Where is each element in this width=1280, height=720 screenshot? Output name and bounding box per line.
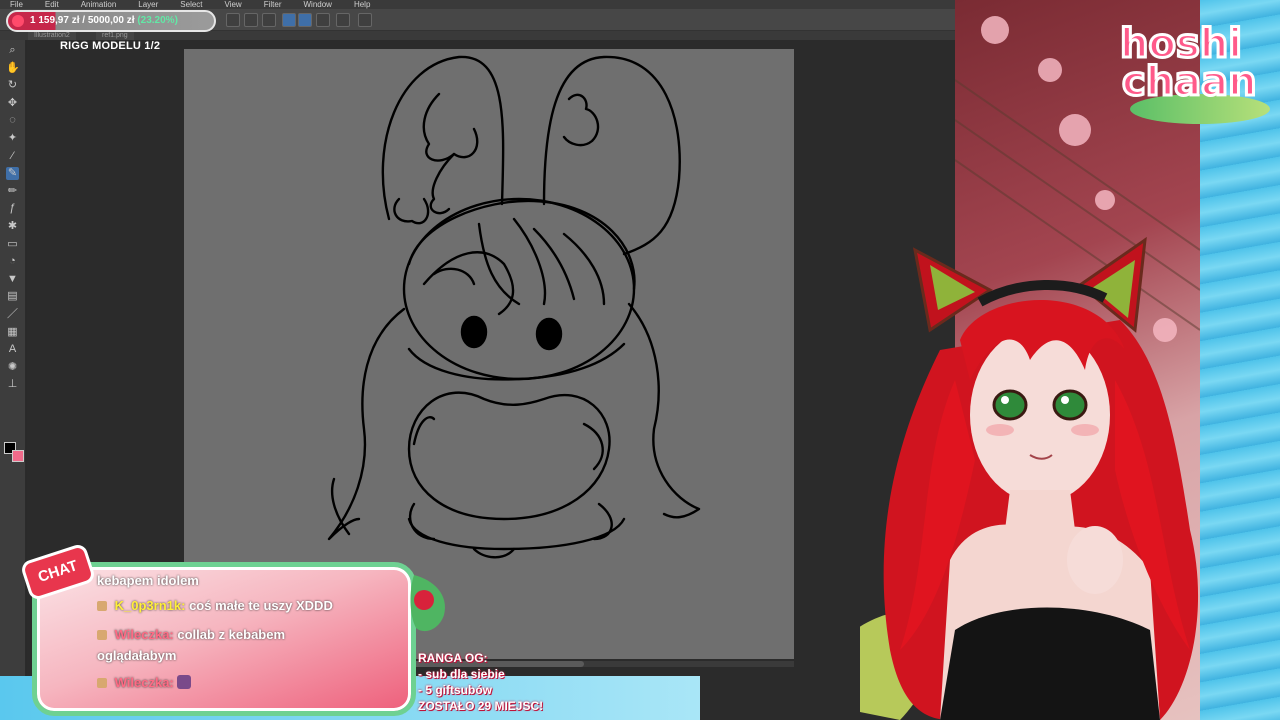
text-icon[interactable]: A	[6, 343, 19, 356]
chat-username[interactable]: K_0p3rn1k:	[115, 598, 186, 613]
channel-logo: hoshi chaan	[1110, 6, 1280, 134]
chat-message: kebapem idolem	[97, 573, 199, 588]
eyedropper-icon[interactable]: ⁄	[6, 150, 19, 163]
stream-frame: File Edit Animation Layer Select View Fi…	[0, 0, 1280, 720]
move-icon[interactable]: ✥	[6, 97, 19, 110]
color-swatch[interactable]	[12, 450, 24, 462]
rank-title: RANGA OG:	[418, 651, 488, 665]
goal-separator: /	[82, 15, 86, 26]
chat-text: coś małe te uszy XDDD	[189, 598, 333, 613]
emote-icon	[177, 675, 192, 689]
strawberry-icon	[410, 575, 445, 632]
eraser-icon[interactable]: ▭	[6, 238, 19, 251]
menu-layer[interactable]: Layer	[138, 0, 158, 9]
rotate-icon[interactable]: ↻	[6, 79, 19, 92]
blend-icon[interactable]: ◔	[6, 255, 19, 268]
menu-help[interactable]: Help	[354, 0, 370, 9]
tool-palette: ⌕ ✋ ↻ ✥ ◌ ✦ ⁄ ✎ ✏ ƒ ✱ ▭ ◔ ▼ ▤ ／ ▦ A ✺ ⊥	[0, 40, 26, 720]
menu-bar: File Edit Animation Layer Select View Fi…	[0, 0, 955, 9]
gradient-icon[interactable]: ▤	[6, 290, 19, 303]
goal-percent: (23.20%)	[137, 15, 178, 26]
goal-target: 5000,00 zł	[87, 15, 135, 26]
chat-message: Wileczka: collab z kebabem	[97, 627, 285, 642]
hand-icon[interactable]: ✋	[6, 62, 20, 75]
goal-current: 1 159,97 zł	[30, 15, 80, 26]
chat-username[interactable]: Wileczka:	[115, 675, 174, 690]
brush-icon[interactable]: ƒ	[6, 202, 19, 215]
toolbar-button[interactable]	[358, 13, 372, 27]
balloon-icon[interactable]: ✺	[6, 361, 19, 374]
fill-icon[interactable]: ▼	[6, 273, 19, 286]
logo-line-2: chaan	[1121, 59, 1259, 105]
menu-animation[interactable]: Animation	[81, 0, 117, 9]
ruler-icon[interactable]: ⊥	[6, 378, 19, 391]
toolbar-button[interactable]	[298, 13, 312, 27]
donation-goal-bar: 1 159,97 zł / 5000,00 zł (23.20%)	[6, 10, 216, 32]
pen-icon[interactable]: ✎	[6, 167, 19, 181]
heart-icon	[12, 15, 24, 27]
rank-line: ZOSTAŁO 29 MIEJSC!	[418, 699, 544, 713]
frame-icon[interactable]: ▦	[6, 326, 19, 339]
lasso-icon[interactable]: ◌	[6, 114, 19, 127]
chat-text: collab z kebabem	[177, 627, 286, 642]
sub-badge-icon	[97, 678, 107, 688]
toolbar-button[interactable]	[282, 13, 296, 27]
document-tabs: Illustration2 ref1.png	[0, 31, 955, 40]
menu-window[interactable]: Window	[304, 0, 332, 9]
menu-select[interactable]: Select	[180, 0, 202, 9]
chat-box: kebapem idolem K_0p3rn1k: coś małe te us…	[32, 562, 416, 716]
figure-icon[interactable]: ／	[6, 308, 19, 321]
tab-illustration[interactable]: Illustration2	[28, 31, 76, 40]
chat-message: oglądałabym	[97, 648, 176, 663]
toolbar-button[interactable]	[336, 13, 350, 27]
tab-ref[interactable]: ref1.png	[96, 31, 134, 40]
pencil-icon[interactable]: ✏	[6, 185, 19, 198]
menu-edit[interactable]: Edit	[45, 0, 59, 9]
rank-line: - 5 giftsubów	[418, 683, 492, 697]
sub-badge-icon	[97, 630, 107, 640]
rank-info: RANGA OG: - sub dla siebie - 5 giftsubów…	[418, 650, 618, 714]
menu-file[interactable]: File	[10, 0, 23, 9]
sub-badge-icon	[97, 601, 107, 611]
chat-text: kebapem idolem	[97, 573, 199, 588]
chat-username[interactable]: Wileczka:	[115, 627, 174, 642]
logo-line-1: hoshi	[1119, 21, 1244, 67]
document-title: RIGG MODELU 1/2	[60, 40, 161, 52]
vtuber-avatar	[860, 236, 1199, 720]
wand-icon[interactable]: ✦	[6, 132, 19, 145]
chat-text: oglądałabym	[97, 648, 177, 663]
chat-message: K_0p3rn1k: coś małe te uszy XDDD	[97, 598, 333, 613]
magnifier-icon[interactable]: ⌕	[6, 44, 19, 57]
toolbar-button[interactable]	[244, 13, 258, 27]
airbrush-icon[interactable]: ✱	[6, 220, 19, 233]
rank-line: - sub dla siebie	[418, 667, 505, 681]
menu-view[interactable]: View	[225, 0, 242, 9]
chat-message: Wileczka:	[97, 675, 192, 690]
toolbar-button[interactable]	[316, 13, 330, 27]
menu-filter[interactable]: Filter	[264, 0, 282, 9]
toolbar-button[interactable]	[262, 13, 276, 27]
toolbar-button[interactable]	[226, 13, 240, 27]
